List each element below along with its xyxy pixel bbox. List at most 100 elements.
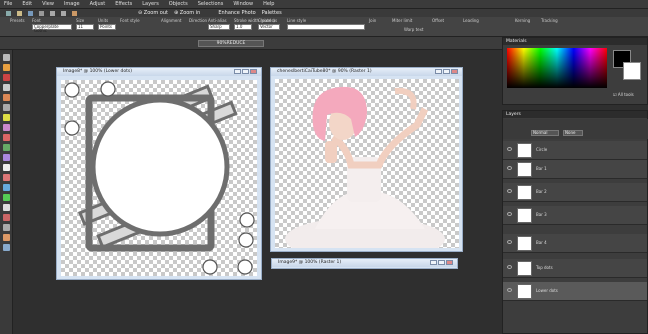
zoom-out-label: Zoom out bbox=[143, 10, 168, 16]
maximize-icon[interactable] bbox=[242, 69, 249, 74]
menu-bar: File Edit View Image Adjust Effects Laye… bbox=[0, 0, 648, 9]
close-icon[interactable] bbox=[250, 69, 257, 74]
blend-mode-select[interactable]: Normal bbox=[531, 130, 559, 136]
tube-window[interactable]: cheneslbertiCaiTube80* @ 90% (Raster 1) bbox=[270, 67, 463, 261]
offset-label: Offset bbox=[432, 18, 445, 23]
font-field[interactable]: Copperplate Gothic bbox=[32, 24, 72, 33]
mesh-warp-icon[interactable] bbox=[3, 244, 10, 251]
menu-file[interactable]: File bbox=[4, 1, 12, 7]
flood-fill-icon[interactable] bbox=[3, 184, 10, 191]
visibility-eye-icon[interactable] bbox=[507, 189, 512, 193]
layer-row[interactable]: Bar 4 bbox=[503, 234, 647, 253]
layer-row[interactable]: Bar 2 bbox=[503, 183, 647, 202]
freehand-tool-icon[interactable] bbox=[3, 84, 10, 91]
image8-canvas[interactable] bbox=[61, 80, 257, 276]
anti-alias-field[interactable]: Sharp bbox=[208, 24, 230, 30]
pick-tool-icon[interactable] bbox=[3, 64, 10, 71]
menu-objects[interactable]: Objects bbox=[169, 1, 188, 7]
pan-tool-icon[interactable] bbox=[3, 54, 10, 61]
mask-select[interactable]: None bbox=[563, 130, 583, 136]
frame-artwork bbox=[64, 81, 255, 275]
tools-toolbar bbox=[0, 50, 13, 334]
layer-row[interactable]: Top dots bbox=[503, 259, 647, 278]
copy-icon[interactable] bbox=[61, 10, 66, 16]
layer-row[interactable]: Circle bbox=[503, 141, 647, 160]
layer-thumbnail bbox=[517, 143, 532, 158]
maximize-icon[interactable] bbox=[443, 69, 450, 74]
menu-view[interactable]: View bbox=[42, 1, 54, 7]
paste-icon[interactable] bbox=[72, 10, 77, 16]
text-tool-icon[interactable] bbox=[3, 204, 10, 211]
close-icon[interactable] bbox=[446, 260, 453, 265]
font-style-label: Font style bbox=[120, 18, 140, 23]
line-style-field[interactable] bbox=[287, 24, 365, 30]
visibility-eye-icon[interactable] bbox=[507, 166, 512, 170]
open-icon[interactable] bbox=[17, 10, 22, 16]
enhance-photo-button[interactable]: Enhance Photo bbox=[218, 10, 255, 16]
visibility-eye-icon[interactable] bbox=[507, 265, 512, 269]
units-field[interactable]: Points bbox=[98, 24, 116, 30]
clone-brush-icon[interactable] bbox=[3, 144, 10, 151]
new-icon[interactable] bbox=[6, 10, 11, 16]
minimize-icon[interactable] bbox=[430, 260, 437, 265]
layer-row-selected[interactable]: Lower dots bbox=[503, 282, 647, 301]
anti-alias-label: Anti-alias bbox=[208, 18, 227, 23]
straighten-tool-icon[interactable] bbox=[3, 114, 10, 121]
background-swatch[interactable] bbox=[623, 62, 641, 80]
direction-label: Direction bbox=[189, 18, 208, 23]
tube-canvas[interactable] bbox=[275, 79, 459, 261]
warp-text-label[interactable]: Warp text bbox=[404, 27, 424, 32]
palettes-button[interactable]: Palettes bbox=[262, 10, 282, 16]
layer-name: Bar 1 bbox=[536, 166, 547, 171]
picture-tube-icon[interactable] bbox=[3, 174, 10, 181]
paint-brush-icon[interactable] bbox=[3, 134, 10, 141]
layer-row[interactable]: Bar 3 bbox=[503, 206, 647, 225]
lighten-brush-icon[interactable] bbox=[3, 154, 10, 161]
join-label: Join bbox=[369, 18, 377, 23]
minimize-icon[interactable] bbox=[234, 69, 241, 74]
menu-edit[interactable]: Edit bbox=[22, 1, 32, 7]
layer-name: Bar 3 bbox=[536, 212, 547, 217]
save-icon[interactable] bbox=[28, 10, 33, 16]
menu-help[interactable]: Help bbox=[263, 1, 274, 7]
standard-toolbar: ⊖ Zoom out ⊕ Zoom in Enhance Photo Palet… bbox=[0, 9, 648, 17]
image9-window[interactable]: Image9* @ 100% (Raster 1) bbox=[271, 258, 458, 269]
visibility-eye-icon[interactable] bbox=[507, 212, 512, 216]
close-icon[interactable] bbox=[451, 69, 458, 74]
maximize-icon[interactable] bbox=[438, 260, 445, 265]
layer-row[interactable]: Bar 1 bbox=[503, 160, 647, 179]
zoom-in-button[interactable]: ⊕ Zoom in bbox=[174, 10, 200, 16]
menu-effects[interactable]: Effects bbox=[115, 1, 132, 7]
image8-window[interactable]: Image8* @ 100% (Lower dots) bbox=[56, 67, 262, 280]
visibility-eye-icon[interactable] bbox=[507, 240, 512, 244]
layer-thumbnail bbox=[517, 185, 532, 200]
layer-thumbnail bbox=[517, 284, 532, 299]
menu-selections[interactable]: Selections bbox=[198, 1, 224, 7]
size-field[interactable]: 11 bbox=[76, 24, 94, 30]
dropper-tool-icon[interactable] bbox=[3, 94, 10, 101]
zoom-out-button[interactable]: ⊖ Zoom out bbox=[138, 10, 168, 16]
visibility-eye-icon[interactable] bbox=[507, 147, 512, 151]
menu-window[interactable]: Window bbox=[233, 1, 253, 7]
selection-tool-icon[interactable] bbox=[3, 74, 10, 81]
create-as-field[interactable]: Vector bbox=[258, 24, 280, 30]
cut-icon[interactable] bbox=[50, 10, 55, 16]
eraser-icon[interactable] bbox=[3, 164, 10, 171]
zoom-select[interactable]: 90%REDUCE bbox=[198, 40, 264, 47]
color-changer-icon[interactable] bbox=[3, 194, 10, 201]
stroke-width-field[interactable]: 1.0 bbox=[234, 24, 252, 30]
minimize-icon[interactable] bbox=[435, 69, 442, 74]
visibility-eye-icon[interactable] bbox=[507, 288, 512, 292]
preset-shape-icon[interactable] bbox=[3, 214, 10, 221]
menu-adjust[interactable]: Adjust bbox=[90, 1, 106, 7]
layers-panel: Layers Normal None Circle Bar 1 Bar 2 Ba… bbox=[502, 110, 648, 334]
menu-layers[interactable]: Layers bbox=[142, 1, 159, 7]
crop-tool-icon[interactable] bbox=[3, 104, 10, 111]
print-icon[interactable] bbox=[39, 10, 44, 16]
all-tools-checkbox[interactable]: ☑ All tools bbox=[613, 92, 634, 97]
pen-tool-icon[interactable] bbox=[3, 224, 10, 231]
warp-brush-icon[interactable] bbox=[3, 234, 10, 241]
color-spectrum[interactable] bbox=[507, 48, 607, 88]
redeye-tool-icon[interactable] bbox=[3, 124, 10, 131]
menu-image[interactable]: Image bbox=[64, 1, 80, 7]
